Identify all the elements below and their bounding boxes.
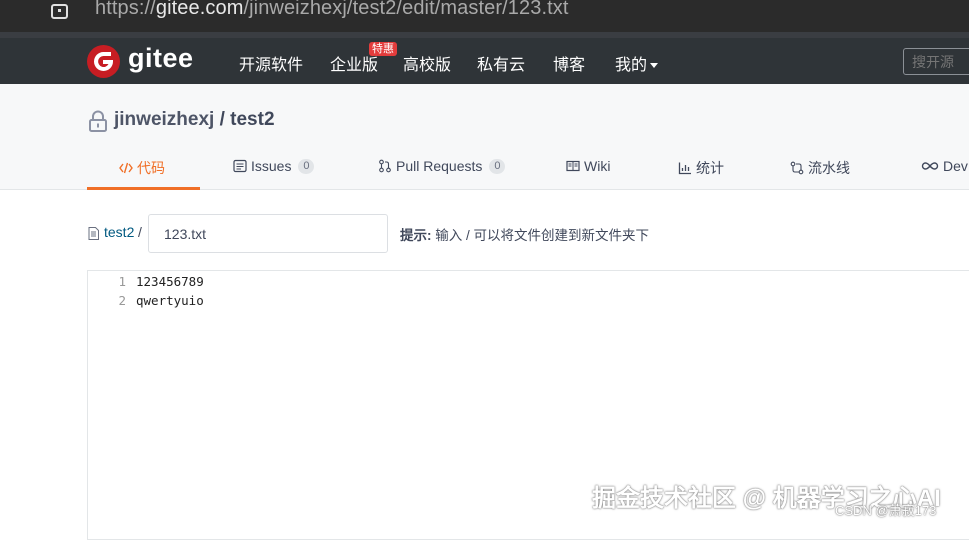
- nav-mine-label: 我的: [615, 57, 648, 74]
- chevron-down-icon: [650, 63, 659, 69]
- promo-badge: 特惠: [369, 42, 397, 56]
- tab-wiki[interactable]: Wiki: [566, 158, 610, 174]
- title-separator: /: [214, 109, 231, 130]
- line-number: 1: [118, 274, 126, 289]
- tab-issues[interactable]: Issues 0: [233, 158, 315, 174]
- issues-icon: [233, 159, 247, 173]
- repo-file-icon: [88, 227, 99, 240]
- brand-name[interactable]: gitee: [128, 43, 194, 74]
- stats-icon: [678, 162, 691, 175]
- private-lock-icon: [89, 110, 107, 132]
- project-name-link[interactable]: test2: [230, 109, 274, 130]
- top-navigation: gitee 开源软件 企业版 特惠 高校版 私有云 博客 我的: [0, 38, 969, 84]
- breadcrumb-separator: /: [138, 224, 142, 240]
- nav-mine-dropdown[interactable]: 我的: [615, 51, 659, 75]
- hint-label: 提示:: [400, 228, 432, 243]
- tab-pipeline[interactable]: 流水线: [790, 158, 850, 178]
- tab-stats[interactable]: 统计: [678, 158, 724, 178]
- search-input[interactable]: [903, 48, 969, 75]
- project-title: jinweizhexj / test2: [114, 109, 275, 131]
- tab-code[interactable]: 代码: [119, 158, 165, 178]
- pipeline-icon: [790, 161, 804, 175]
- tab-pipeline-label: 流水线: [808, 160, 850, 176]
- tab-stats-label: 统计: [696, 160, 724, 176]
- nav-blog[interactable]: 博客: [553, 51, 585, 75]
- url-scheme: https://: [95, 0, 156, 19]
- nav-education[interactable]: 高校版: [403, 51, 451, 75]
- active-tab-indicator: [87, 187, 200, 190]
- browser-address-bar[interactable]: https://gitee.com/jinweizhexj/test2/edit…: [0, 0, 969, 32]
- url-host: gitee.com: [155, 0, 244, 19]
- nav-open-source[interactable]: 开源软件: [239, 51, 303, 75]
- project-owner-link[interactable]: jinweizhexj: [114, 109, 214, 130]
- path-hint: 提示: 输入 / 可以将文件创建到新文件夹下: [400, 224, 649, 244]
- line-content[interactable]: 123456789: [136, 274, 204, 289]
- filename-input[interactable]: [148, 214, 388, 253]
- nav-private-cloud[interactable]: 私有云: [477, 51, 525, 75]
- tab-issues-label: Issues: [251, 158, 292, 174]
- site-info-icon[interactable]: [50, 1, 70, 19]
- line-number: 2: [118, 293, 126, 308]
- tab-pull-requests-label: Pull Requests: [396, 158, 483, 174]
- breadcrumb-repo-link[interactable]: test2: [104, 224, 134, 240]
- project-header: jinweizhexj / test2 代码 Issues 0 Pull Req…: [0, 84, 969, 190]
- wiki-icon: [566, 160, 580, 172]
- gitee-logo-icon[interactable]: [87, 45, 120, 78]
- issues-count-badge: 0: [298, 158, 315, 174]
- tab-devops-label: Dev: [943, 158, 968, 174]
- tab-wiki-label: Wiki: [584, 158, 611, 174]
- url-text[interactable]: https://gitee.com/jinweizhexj/test2/edit…: [95, 0, 569, 20]
- watermark-sub: CSDN @萧寂173: [835, 503, 937, 518]
- pull-request-icon: [379, 159, 391, 173]
- tab-pull-requests[interactable]: Pull Requests 0: [378, 158, 506, 174]
- tab-code-label: 代码: [137, 160, 165, 176]
- url-path: /jinweizhexj/test2/edit/master/123.txt: [243, 0, 569, 19]
- hint-text: 输入 / 可以将文件创建到新文件夹下: [431, 228, 650, 243]
- tab-devops[interactable]: Dev: [921, 158, 968, 174]
- pull-requests-count-badge: 0: [489, 158, 506, 174]
- devops-icon: [921, 162, 939, 170]
- line-content[interactable]: qwertyuio: [136, 293, 204, 308]
- code-icon: [119, 162, 133, 174]
